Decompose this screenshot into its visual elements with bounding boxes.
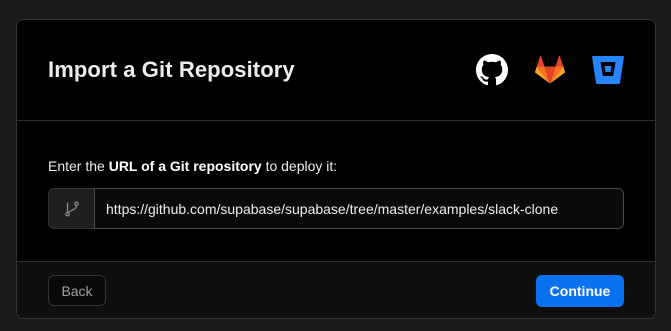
prompt-text-after: to deploy it: [261, 158, 338, 174]
dialog-title: Import a Git Repository [48, 57, 295, 82]
url-prompt: Enter the URL of a Git repository to dep… [48, 158, 337, 174]
dialog-body: Enter the URL of a Git repository to dep… [17, 121, 655, 261]
dialog-footer: Back Continue [17, 261, 655, 318]
github-icon[interactable] [475, 53, 509, 87]
git-branch-icon [48, 188, 94, 229]
url-input-group [48, 188, 624, 229]
gitlab-icon[interactable] [533, 53, 567, 87]
continue-button[interactable]: Continue [536, 275, 624, 307]
repository-url-input[interactable] [94, 188, 624, 229]
import-git-dialog: Import a Git Repository Enter the URL of… [16, 19, 656, 319]
prompt-text-before: Enter the [48, 158, 109, 174]
dialog-header: Import a Git Repository [17, 20, 655, 121]
provider-list [475, 53, 625, 87]
back-button[interactable]: Back [48, 275, 106, 306]
prompt-text-bold: URL of a Git repository [108, 158, 262, 174]
bitbucket-icon[interactable] [591, 53, 625, 87]
